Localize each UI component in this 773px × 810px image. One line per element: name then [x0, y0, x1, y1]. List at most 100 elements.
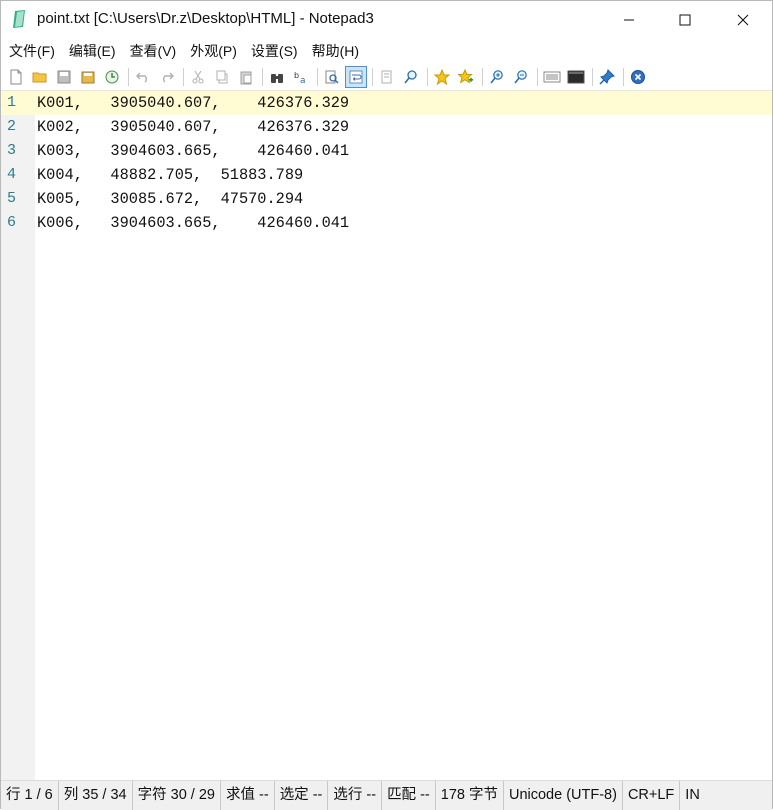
status-char: 字符 30 / 29: [133, 781, 221, 810]
status-encoding[interactable]: Unicode (UTF-8): [504, 781, 623, 810]
text-line[interactable]: K004, 48882.705, 51883.789: [37, 163, 349, 187]
word-wrap-icon: [349, 70, 363, 84]
text-content[interactable]: K001, 3905040.607, 426376.329 K002, 3905…: [37, 91, 349, 235]
recent-history-icon: [105, 70, 119, 84]
menu-view[interactable]: 查看(V): [122, 39, 183, 63]
copy-icon: [216, 70, 228, 84]
find-button[interactable]: [266, 66, 288, 88]
text-line[interactable]: K002, 3905040.607, 426376.329: [37, 115, 349, 139]
word-wrap-button[interactable]: [345, 66, 367, 88]
terminal-button[interactable]: [565, 66, 587, 88]
maximize-icon: [679, 14, 691, 26]
text-line[interactable]: K005, 30085.672, 47570.294: [37, 187, 349, 211]
close-button[interactable]: [715, 1, 771, 39]
new-file-button[interactable]: [5, 66, 27, 88]
notepad3-app-icon: [13, 10, 25, 28]
save-button[interactable]: [53, 66, 75, 88]
text-line[interactable]: K003, 3904603.665, 426460.041: [37, 139, 349, 163]
zoom-find-button[interactable]: [400, 66, 422, 88]
terminal-icon: [567, 70, 585, 84]
minimize-icon: [624, 19, 634, 21]
line-number: 4: [7, 166, 17, 183]
find-in-files-icon: [325, 70, 339, 84]
close-file-icon: [631, 70, 645, 84]
pin-icon: [599, 69, 615, 85]
zoom-in-button[interactable]: [486, 66, 508, 88]
undo-icon: [136, 72, 147, 83]
svg-text:a: a: [300, 76, 306, 85]
save-as-icon: [81, 71, 95, 84]
toolbar-separator: [482, 68, 483, 86]
save-as-button[interactable]: [77, 66, 99, 88]
cut-icon: [192, 70, 204, 84]
status-selected: 选定 --: [275, 781, 329, 810]
redo-button[interactable]: [156, 66, 178, 88]
open-file-button[interactable]: [29, 66, 51, 88]
copy-button[interactable]: [211, 66, 233, 88]
line-number: 1: [1, 91, 35, 115]
find-binoculars-icon: [271, 74, 283, 83]
close-file-button[interactable]: [627, 66, 649, 88]
line-number: 3: [7, 142, 17, 159]
zoom-out-icon: [514, 70, 527, 84]
menu-settings[interactable]: 设置(S): [243, 39, 304, 63]
toolbar-separator: [537, 68, 538, 86]
replace-button[interactable]: ba: [290, 66, 312, 88]
line-numbers: 1 2 3 4 5 6: [1, 91, 35, 235]
toolbar-separator: [372, 68, 373, 86]
status-bar: 行 1 / 6 列 35 / 34 字符 30 / 29 求值 -- 选定 --…: [1, 780, 772, 810]
favorites-button[interactable]: [431, 66, 453, 88]
save-icon: [57, 70, 71, 84]
text-line[interactable]: K001, 3905040.607, 426376.329: [37, 91, 349, 115]
minimize-button[interactable]: [601, 1, 657, 39]
text-line[interactable]: K006, 3904603.665, 426460.041: [37, 211, 349, 235]
toolbar-separator: [623, 68, 624, 86]
zoom-find-icon: [404, 70, 417, 84]
status-insert-mode[interactable]: IN: [680, 781, 705, 810]
settings-icon: [543, 71, 561, 83]
toolbar-separator: [427, 68, 428, 86]
status-match: 匹配 --: [382, 781, 436, 810]
menu-bar: 文件(F) 编辑(E) 查看(V) 外观(P) 设置(S) 帮助(H): [1, 39, 772, 63]
replace-icon: ba: [294, 71, 306, 85]
zoom-out-button[interactable]: [510, 66, 532, 88]
editor-area[interactable]: 1 2 3 4 5 6 K001, 3905040.607, 426376.32…: [1, 90, 772, 780]
line-number: 2: [7, 118, 17, 135]
status-eol[interactable]: CR+LF: [623, 781, 681, 810]
undo-button[interactable]: [132, 66, 154, 88]
find-in-files-button[interactable]: [321, 66, 343, 88]
favorites-star-icon: [434, 69, 450, 85]
status-line[interactable]: 行 1 / 6: [1, 781, 59, 810]
close-icon: [737, 14, 749, 26]
menu-file[interactable]: 文件(F): [1, 39, 61, 63]
pin-button[interactable]: [596, 66, 618, 88]
cut-button[interactable]: [187, 66, 209, 88]
menu-appearance[interactable]: 外观(P): [182, 39, 243, 63]
add-favorite-icon: [458, 69, 473, 84]
settings-button[interactable]: [541, 66, 563, 88]
select-all-button[interactable]: [376, 66, 398, 88]
select-all-icon: [381, 70, 392, 84]
window-title: point.txt [C:\Users\Dr.z\Desktop\HTML] -…: [37, 10, 374, 27]
title-bar: point.txt [C:\Users\Dr.z\Desktop\HTML] -…: [1, 1, 772, 39]
notepad3-window: point.txt [C:\Users\Dr.z\Desktop\HTML] -…: [0, 0, 773, 810]
redo-icon: [163, 72, 174, 83]
toolbar-separator: [317, 68, 318, 86]
toolbar: ba: [1, 64, 772, 90]
toolbar-separator: [183, 68, 184, 86]
svg-text:b: b: [294, 71, 299, 80]
toolbar-separator: [262, 68, 263, 86]
status-column: 列 35 / 34: [59, 781, 133, 810]
recent-history-button[interactable]: [101, 66, 123, 88]
status-evaluate: 求值 --: [221, 781, 275, 810]
paste-icon: [240, 71, 252, 85]
toolbar-separator: [128, 68, 129, 86]
maximize-button[interactable]: [657, 1, 713, 39]
zoom-in-icon: [490, 70, 503, 84]
paste-button[interactable]: [235, 66, 257, 88]
toolbar-separator: [592, 68, 593, 86]
add-favorite-button[interactable]: [455, 66, 477, 88]
status-selected-lines: 选行 --: [328, 781, 383, 810]
menu-help[interactable]: 帮助(H): [304, 39, 365, 63]
menu-edit[interactable]: 编辑(E): [61, 39, 122, 63]
